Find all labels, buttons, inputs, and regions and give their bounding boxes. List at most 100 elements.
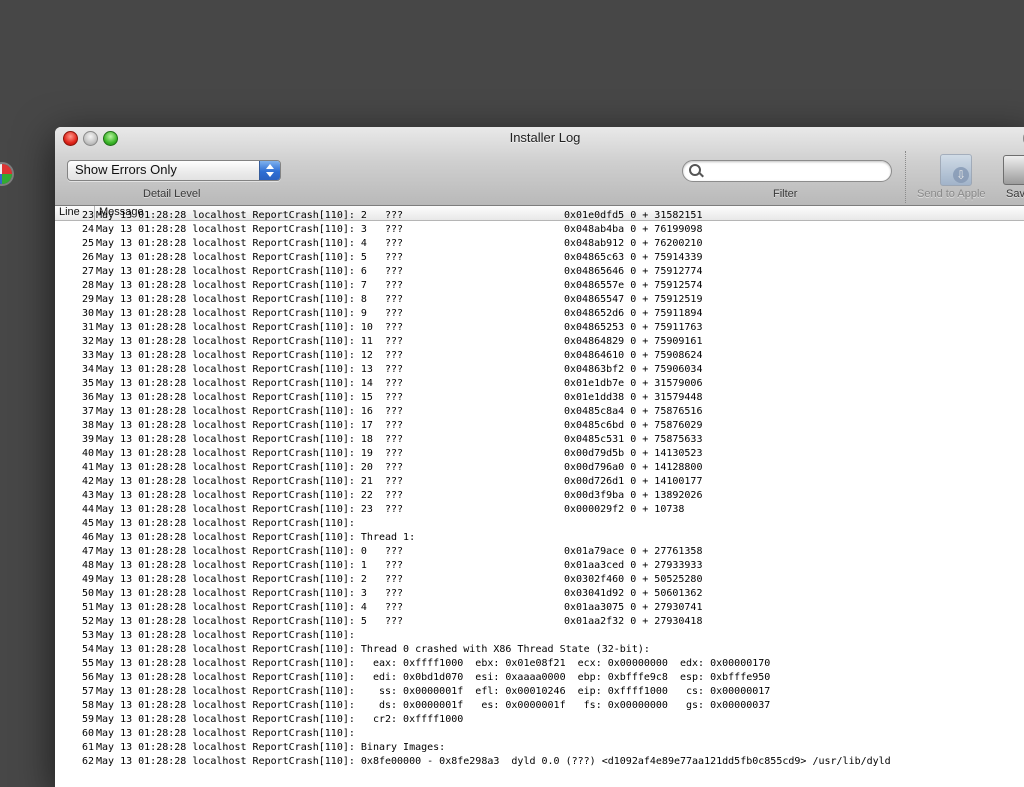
log-line-number: 32 [81,336,94,347]
log-line-number: 48 [81,560,94,571]
log-line-number: 45 [81,518,94,529]
log-address: 0x01a79ace 0 + 27761358 [564,546,703,557]
filter-input[interactable] [705,163,887,180]
desktop-app-icon[interactable] [0,164,12,184]
search-icon [689,164,701,176]
log-line-number: 40 [81,448,94,459]
toolbar: Installer Log Show Errors Only Detail Le… [55,127,1024,206]
log-message: May 13 01:28:28 localhost ReportCrash[11… [96,672,771,683]
log-address: 0x04865646 0 + 75912774 [564,266,703,277]
log-line-number: 57 [81,686,94,697]
log-address: 0x0302f460 0 + 50525280 [564,574,703,585]
toolbar-divider [905,151,906,203]
detail-level-value: Show Errors Only [75,162,177,177]
log-line-number: 36 [81,392,94,403]
log-line-number: 41 [81,462,94,473]
log-address: 0x00d726d1 0 + 14100177 [564,476,703,487]
log-line-number: 23 [81,210,94,221]
log-line-number: 26 [81,252,94,263]
log-message: May 13 01:28:28 localhost ReportCrash[11… [96,378,404,389]
log-address: 0x03041d92 0 + 50601362 [564,588,703,599]
log-line-number: 43 [81,490,94,501]
installer-log-window: Installer Log Show Errors Only Detail Le… [55,127,1024,787]
save-label: Sav [1006,188,1024,200]
log-line-number: 53 [81,630,94,641]
log-message: May 13 01:28:28 localhost ReportCrash[11… [96,658,771,669]
log-message: May 13 01:28:28 localhost ReportCrash[11… [96,742,446,753]
log-line-number: 52 [81,616,94,627]
log-address: 0x01aa3075 0 + 27930741 [564,602,703,613]
log-message: May 13 01:28:28 localhost ReportCrash[11… [96,210,404,221]
log-message: May 13 01:28:28 localhost ReportCrash[11… [96,686,771,697]
log-message: May 13 01:28:28 localhost ReportCrash[11… [96,462,404,473]
log-message: May 13 01:28:28 localhost ReportCrash[11… [96,406,404,417]
filter-label: Filter [773,188,798,200]
log-line-number: 31 [81,322,94,333]
log-address: 0x04864610 0 + 75908624 [564,350,703,361]
log-message: May 13 01:28:28 localhost ReportCrash[11… [96,588,404,599]
log-line-number: 27 [81,266,94,277]
log-address: 0x01e0dfd5 0 + 31582151 [564,210,703,221]
log-message: May 13 01:28:28 localhost ReportCrash[11… [96,476,404,487]
log-view[interactable]: 23 May 13 01:28:28 localhost ReportCrash[… [55,210,1024,787]
filter-search-field[interactable] [682,160,892,182]
log-address: 0x0485c6bd 0 + 75876029 [564,420,703,431]
log-message: May 13 01:28:28 localhost ReportCrash[11… [96,322,404,333]
log-message: May 13 01:28:28 localhost ReportCrash[11… [96,756,891,767]
log-address: 0x0486557e 0 + 75912574 [564,280,703,291]
detail-level-label: Detail Level [143,188,201,200]
log-message: May 13 01:28:28 localhost ReportCrash[11… [96,546,404,557]
log-message: May 13 01:28:28 localhost ReportCrash[11… [96,266,404,277]
log-address: 0x04865253 0 + 75911763 [564,322,703,333]
log-line-number: 54 [81,644,94,655]
log-message: May 13 01:28:28 localhost ReportCrash[11… [96,560,404,571]
log-message: May 13 01:28:28 localhost ReportCrash[11… [96,252,404,263]
log-line-number: 51 [81,602,94,613]
log-line-number: 58 [81,700,94,711]
select-arrows-icon [259,161,280,180]
save-icon[interactable] [1003,155,1024,185]
log-message: May 13 01:28:28 localhost ReportCrash[11… [96,630,355,641]
log-message: May 13 01:28:28 localhost ReportCrash[11… [96,336,404,347]
log-line-number: 39 [81,434,94,445]
log-message: May 13 01:28:28 localhost ReportCrash[11… [96,644,650,655]
log-message: May 13 01:28:28 localhost ReportCrash[11… [96,602,404,613]
send-to-apple-icon[interactable] [940,154,972,186]
send-to-apple-label: Send to Apple [917,188,986,200]
log-message: May 13 01:28:28 localhost ReportCrash[11… [96,392,404,403]
log-address: 0x01aa2f32 0 + 27930418 [564,616,703,627]
log-message: May 13 01:28:28 localhost ReportCrash[11… [96,420,404,431]
log-message: May 13 01:28:28 localhost ReportCrash[11… [96,728,355,739]
log-message: May 13 01:28:28 localhost ReportCrash[11… [96,364,404,375]
log-message: May 13 01:28:28 localhost ReportCrash[11… [96,490,404,501]
log-line-number: 50 [81,588,94,599]
log-message: May 13 01:28:28 localhost ReportCrash[11… [96,350,404,361]
log-line-number: 49 [81,574,94,585]
log-address: 0x0485c531 0 + 75875633 [564,434,703,445]
log-message: May 13 01:28:28 localhost ReportCrash[11… [96,532,416,543]
log-address: 0x0485c8a4 0 + 75876516 [564,406,703,417]
log-message: May 13 01:28:28 localhost ReportCrash[11… [96,574,404,585]
log-message: May 13 01:28:28 localhost ReportCrash[11… [96,308,404,319]
log-line-number: 47 [81,546,94,557]
log-address: 0x00d3f9ba 0 + 13892026 [564,490,703,501]
window-title: Installer Log [509,130,581,145]
log-line-number: 62 [81,756,94,767]
log-address: 0x000029f2 0 + 10738 [564,504,685,515]
log-line-number: 33 [81,350,94,361]
log-address: 0x048652d6 0 + 75911894 [564,308,703,319]
log-line-number: 37 [81,406,94,417]
log-line-number: 44 [81,504,94,515]
log-message: May 13 01:28:28 localhost ReportCrash[11… [96,616,404,627]
detail-level-select[interactable]: Show Errors Only [67,160,281,181]
log-message: May 13 01:28:28 localhost ReportCrash[11… [96,294,404,305]
log-address: 0x04863bf2 0 + 75906034 [564,364,703,375]
log-line-number: 61 [81,742,94,753]
log-message: May 13 01:28:28 localhost ReportCrash[11… [96,224,404,235]
log-line-number: 28 [81,280,94,291]
log-line-number: 29 [81,294,94,305]
log-line-number: 34 [81,364,94,375]
log-address: 0x04865c63 0 + 75914339 [564,252,703,263]
log-message: May 13 01:28:28 localhost ReportCrash[11… [96,504,404,515]
log-line-number: 46 [81,532,94,543]
